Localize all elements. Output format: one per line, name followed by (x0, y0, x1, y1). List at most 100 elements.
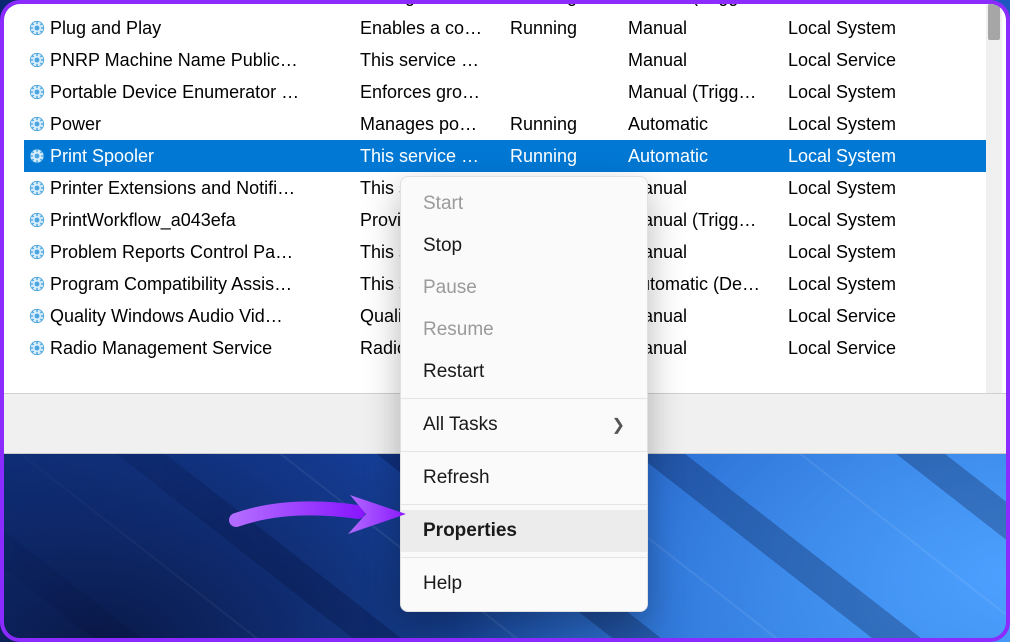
service-logon-as: Local System (788, 178, 938, 199)
service-logon-as: Local Service (788, 50, 938, 71)
service-startup-type: Manual (Trigg… (628, 4, 788, 7)
service-row[interactable]: Portable Device Enumerator …Enforces gro… (24, 76, 986, 108)
service-name: Portable Device Enumerator … (50, 82, 360, 103)
annotation-arrow (228, 490, 408, 540)
service-description: Enforces gro… (360, 82, 510, 103)
menu-separator (401, 398, 647, 399)
menu-restart-label: Restart (423, 361, 484, 383)
screenshot-frame: Phone ServiceManages th…RunningManual (T… (0, 0, 1010, 642)
service-status: Running (510, 146, 628, 167)
service-icon-slot (24, 83, 50, 101)
service-icon-slot (24, 243, 50, 261)
service-startup-type: Manual (628, 242, 788, 263)
service-logon-as: Local System (788, 210, 938, 231)
service-startup-type: Automatic (628, 146, 788, 167)
menu-stop-label: Stop (423, 235, 462, 257)
menu-help-label: Help (423, 573, 462, 595)
menu-all-tasks-label: All Tasks (423, 414, 498, 436)
service-logon-as: Local Service (788, 4, 938, 7)
service-row[interactable]: PNRP Machine Name Public…This service …M… (24, 44, 986, 76)
gear-icon (28, 307, 46, 325)
menu-resume: Resume (401, 309, 647, 351)
menu-properties-label: Properties (423, 520, 517, 542)
chevron-right-icon: ❯ (612, 415, 625, 435)
service-startup-type: Manual (628, 178, 788, 199)
service-logon-as: Local Service (788, 338, 938, 359)
menu-refresh-label: Refresh (423, 467, 490, 489)
service-startup-type: Manual (628, 18, 788, 39)
service-startup-type: Manual (Trigg… (628, 210, 788, 231)
service-logon-as: Local Service (788, 306, 938, 327)
service-logon-as: Local System (788, 114, 938, 135)
service-row[interactable]: Plug and PlayEnables a co…RunningManualL… (24, 12, 986, 44)
gear-icon (28, 83, 46, 101)
service-icon-slot (24, 115, 50, 133)
menu-separator (401, 557, 647, 558)
menu-refresh[interactable]: Refresh (401, 457, 647, 499)
service-description: Enables a co… (360, 18, 510, 39)
service-logon-as: Local System (788, 146, 938, 167)
menu-all-tasks[interactable]: All Tasks ❯ (401, 404, 647, 446)
service-status: Running (510, 18, 628, 39)
service-startup-type: Manual (628, 338, 788, 359)
service-startup-type: Automatic (628, 114, 788, 135)
gear-icon (28, 179, 46, 197)
service-icon-slot (24, 4, 50, 5)
service-name: Printer Extensions and Notifi… (50, 178, 360, 199)
menu-start-label: Start (423, 193, 463, 215)
service-name: Radio Management Service (50, 338, 360, 359)
service-logon-as: Local System (788, 82, 938, 103)
service-row[interactable]: Print SpoolerThis service …RunningAutoma… (24, 140, 986, 172)
menu-separator (401, 504, 647, 505)
service-name: Plug and Play (50, 18, 360, 39)
menu-pause: Pause (401, 267, 647, 309)
service-icon-slot (24, 51, 50, 69)
service-row[interactable]: Phone ServiceManages th…RunningManual (T… (24, 4, 986, 12)
vertical-scrollbar[interactable] (986, 4, 1002, 393)
context-menu: Start Stop Pause Resume Restart All Task… (400, 176, 648, 612)
gear-icon (28, 147, 46, 165)
service-name: Program Compatibility Assis… (50, 274, 360, 295)
gear-icon (28, 275, 46, 293)
service-name: Problem Reports Control Pa… (50, 242, 360, 263)
menu-stop[interactable]: Stop (401, 225, 647, 267)
gear-icon (28, 51, 46, 69)
menu-help[interactable]: Help (401, 563, 647, 605)
service-description: This service … (360, 146, 510, 167)
menu-pause-label: Pause (423, 277, 477, 299)
service-name: PNRP Machine Name Public… (50, 50, 360, 71)
menu-separator (401, 451, 647, 452)
service-name: Power (50, 114, 360, 135)
gear-icon (28, 4, 46, 5)
service-description: Manages po… (360, 114, 510, 135)
service-icon-slot (24, 275, 50, 293)
menu-properties[interactable]: Properties (401, 510, 647, 552)
service-logon-as: Local System (788, 274, 938, 295)
service-icon-slot (24, 211, 50, 229)
gear-icon (28, 211, 46, 229)
service-name: Quality Windows Audio Vid… (50, 306, 360, 327)
service-icon-slot (24, 147, 50, 165)
service-startup-type: Manual (Trigg… (628, 82, 788, 103)
gear-icon (28, 339, 46, 357)
service-name: Print Spooler (50, 146, 360, 167)
service-startup-type: Manual (628, 306, 788, 327)
service-status: Running (510, 4, 628, 7)
service-name: Phone Service (50, 4, 360, 7)
service-icon-slot (24, 19, 50, 37)
service-logon-as: Local System (788, 242, 938, 263)
menu-start: Start (401, 183, 647, 225)
menu-restart[interactable]: Restart (401, 351, 647, 393)
service-logon-as: Local System (788, 18, 938, 39)
service-startup-type: Automatic (De… (628, 274, 788, 295)
gear-icon (28, 115, 46, 133)
service-icon-slot (24, 339, 50, 357)
service-name: PrintWorkflow_a043efa (50, 210, 360, 231)
service-icon-slot (24, 179, 50, 197)
service-status: Running (510, 114, 628, 135)
menu-resume-label: Resume (423, 319, 494, 341)
scrollbar-thumb[interactable] (988, 4, 1000, 40)
service-description: Manages th… (360, 4, 510, 7)
service-row[interactable]: PowerManages po…RunningAutomaticLocal Sy… (24, 108, 986, 140)
service-description: This service … (360, 50, 510, 71)
